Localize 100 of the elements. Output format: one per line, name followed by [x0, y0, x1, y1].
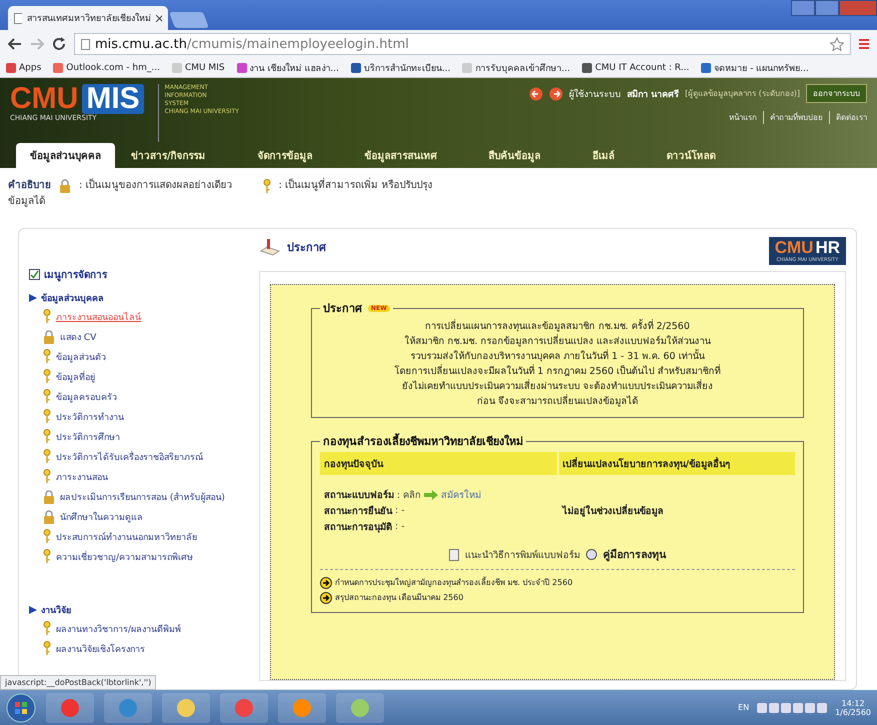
bookmark-link[interactable]: งาน เชียงใหม่ แฮลง่า... [236, 60, 339, 74]
user-label: ผู้ใช้งานระบบ [568, 88, 621, 100]
status-bar: javascript:__doPostBack('lbtorlink','') [0, 675, 156, 690]
close-icon[interactable] [156, 14, 162, 22]
notice-text: ก่อน จึงจะสามารถเปลี่ยนแปลงข้อมูลได้ [476, 394, 640, 409]
clock[interactable]: 14:12 1/6/2560 [835, 698, 871, 716]
close-button[interactable] [839, 0, 877, 16]
menu-link[interactable]: ภาระงานสอนออนไลน์ [29, 308, 249, 325]
status-value: : คลิก [397, 489, 422, 502]
menu-link[interactable]: ประวัติการทำงาน [29, 408, 249, 425]
register-link[interactable]: สมัครใหม่ [441, 487, 482, 502]
key-icon [43, 389, 51, 404]
menu-link[interactable]: ข้อมูลครอบครัว [29, 388, 249, 405]
menu-section[interactable]: งานวิจัย [41, 603, 71, 617]
new-tab-button[interactable] [169, 12, 209, 28]
key-icon [43, 449, 51, 464]
back-circle-icon[interactable] [528, 86, 543, 100]
column-header: กองทุนปัจจุบัน [320, 452, 556, 475]
key-icon [43, 469, 51, 484]
nav-tab[interactable]: อีเมล์ [578, 143, 629, 168]
forward-circle-icon[interactable] [548, 86, 563, 100]
bookmark-link[interactable]: CMU IT Account : R... [582, 62, 690, 72]
status-label: สถานะการอนุมัติ [324, 521, 392, 534]
column-header: เปลี่ยนแปลงนโยบายการลงทุน/ข้อมูลอื่นๆ [558, 452, 795, 475]
taskbar-button[interactable] [278, 692, 326, 722]
menu-link[interactable]: ผลประเมินการเรียนการสอน (สำหรับผู้สอน) [29, 488, 249, 505]
forward-arrow-icon[interactable] [30, 38, 44, 50]
print-guide-link[interactable]: แนะนำวิธีการพิมพ์แบบฟอร์ม [465, 547, 580, 562]
bookmark-link[interactable]: Outlook.com - hm_... [53, 62, 160, 72]
menu-title: เมนูการจัดการ [44, 268, 107, 282]
menu-link[interactable]: ประวัติการศึกษา [29, 428, 249, 445]
bookmark-link[interactable]: การรับบุคคลเข้าศึกษา... [462, 60, 570, 74]
header-link[interactable]: หน้าแรก [729, 111, 757, 124]
taskbar-button[interactable] [46, 692, 94, 722]
nav-tab[interactable]: สืบค้นข้อมูล [474, 143, 555, 168]
star-icon[interactable] [830, 37, 844, 51]
menu-link[interactable]: แสดง CV [29, 328, 249, 345]
triangle-icon [29, 294, 37, 302]
nav-tab[interactable]: ข้อมูลสารสนเทศ [350, 143, 451, 168]
bookmark-link[interactable]: จดหมาย - แผนกทรัพย... [701, 60, 809, 74]
menu-link[interactable]: ข้อมูลที่อยู่ [29, 368, 249, 385]
menu-icon[interactable] [859, 38, 869, 50]
menu-link[interactable]: ประวัติการได้รับเครื่องราชอิสริยาภรณ์ [29, 448, 249, 465]
language-indicator[interactable]: EN [738, 703, 750, 712]
key-icon [43, 349, 51, 364]
legend-title: คำอธิบาย [8, 178, 51, 193]
reload-icon[interactable] [52, 37, 66, 51]
status-value: : - [395, 505, 405, 516]
notice-text: การเปลี่ยนแผนการลงทุนและข้อมูลสมาชิก กช.มช. ครั้งที่ 2/2560 [424, 319, 691, 334]
document-icon [449, 548, 459, 560]
menu-link[interactable]: ข้อมูลส่วนตัว [29, 348, 249, 365]
menu-link[interactable]: ความเชี่ยวชาญ/ความสามารถพิเศษ [29, 548, 249, 565]
user-role: [ผู้ดูแลข้อมูลบุคลากร (ระดับกอง)] [684, 88, 800, 100]
minimize-button[interactable] [791, 0, 815, 16]
document-link[interactable]: สรุปสถานะกองทุน เดือนมีนาคม 2560 [320, 591, 795, 604]
notice-text: ยังไม่เคยทำแบบประเมินความเสี่ยงผ่านระบบ จะต้องทำแบบประเมินความเสี่ยง [400, 379, 714, 394]
taskbar-button[interactable] [220, 692, 268, 722]
key-icon [43, 621, 51, 636]
menu-link[interactable]: นักศึกษาในความดูแล [29, 508, 249, 525]
header-link[interactable]: ติดต่อเรา [829, 111, 867, 124]
taskbar-button[interactable] [162, 692, 210, 722]
nav-tab[interactable]: จัดการข้อมูล [244, 143, 327, 168]
manual-link[interactable]: คู่มือการลงทุน [603, 546, 666, 563]
notice-text: รวบรวมส่งให้กับกองบริหารงานบุคคล ภายในวันที่ 1 - 31 พ.ค. 60 เท่านั้น [410, 349, 706, 364]
start-button[interactable] [6, 692, 36, 722]
user-name: สมิกา นาคศรี [626, 88, 679, 100]
maximize-button[interactable] [815, 0, 839, 16]
right-arrow-icon [424, 490, 438, 500]
taskbar-button[interactable] [104, 692, 152, 722]
back-arrow-icon[interactable] [8, 38, 22, 50]
padlock-icon [59, 179, 71, 193]
tray-icons[interactable] [757, 702, 828, 714]
arrow-bullet-icon [320, 576, 332, 588]
menu-link[interactable]: ภาระงานสอน [29, 468, 249, 485]
padlock-icon [43, 490, 55, 504]
status-value: : - [395, 521, 405, 532]
legend-text: ข้อมูลได้ [8, 194, 46, 209]
key-icon [43, 369, 51, 384]
menu-link[interactable]: ผลงานวิจัยเชิงโครงการ [29, 640, 249, 657]
site-logo[interactable]: CMU MIS [10, 84, 144, 114]
key-icon [43, 549, 51, 564]
nav-tab[interactable]: ข่าวสาร/กิจกรรม [117, 143, 220, 168]
bookmark-link[interactable]: CMU MIS [172, 62, 225, 72]
document-link[interactable]: กำหนดการประชุมใหญ่สามัญกองทุนสำรองเลี้ยงชีพ มช. ประจำปี 2560 [320, 576, 795, 589]
browser-tab[interactable]: สารสนเทศมหาวิทยาลัยเชียงใหม่ [8, 6, 168, 30]
menu-section[interactable]: ข้อมูลส่วนบุคคล [41, 291, 104, 305]
nav-tab[interactable]: ดาวน์โหลด [652, 143, 730, 168]
bookmark-link[interactable]: บริการสำนักทะเบียน... [350, 60, 450, 74]
menu-link[interactable]: ประสบการณ์ทำงานนอกมหาวิทยาลัย [29, 528, 249, 545]
logout-button[interactable]: ออกจากระบบ [806, 84, 867, 103]
address-field[interactable]: mis.cmu.ac.th/cmumis/mainemployeelogin.html [74, 33, 851, 55]
key-icon [43, 429, 51, 444]
triangle-icon [29, 606, 37, 614]
nav-tab[interactable]: ข้อมูลส่วนบุคคล [16, 143, 115, 168]
menu-link[interactable]: ผลงานทางวิชาการ/ผลงานตีพิมพ์ [29, 620, 249, 637]
key-icon [43, 409, 51, 424]
taskbar-button[interactable] [336, 692, 384, 722]
bookmark-link[interactable]: Apps [6, 62, 42, 72]
section-title: ประกาศ [287, 240, 326, 256]
header-link[interactable]: คำถามที่พบบ่อย [763, 111, 823, 124]
